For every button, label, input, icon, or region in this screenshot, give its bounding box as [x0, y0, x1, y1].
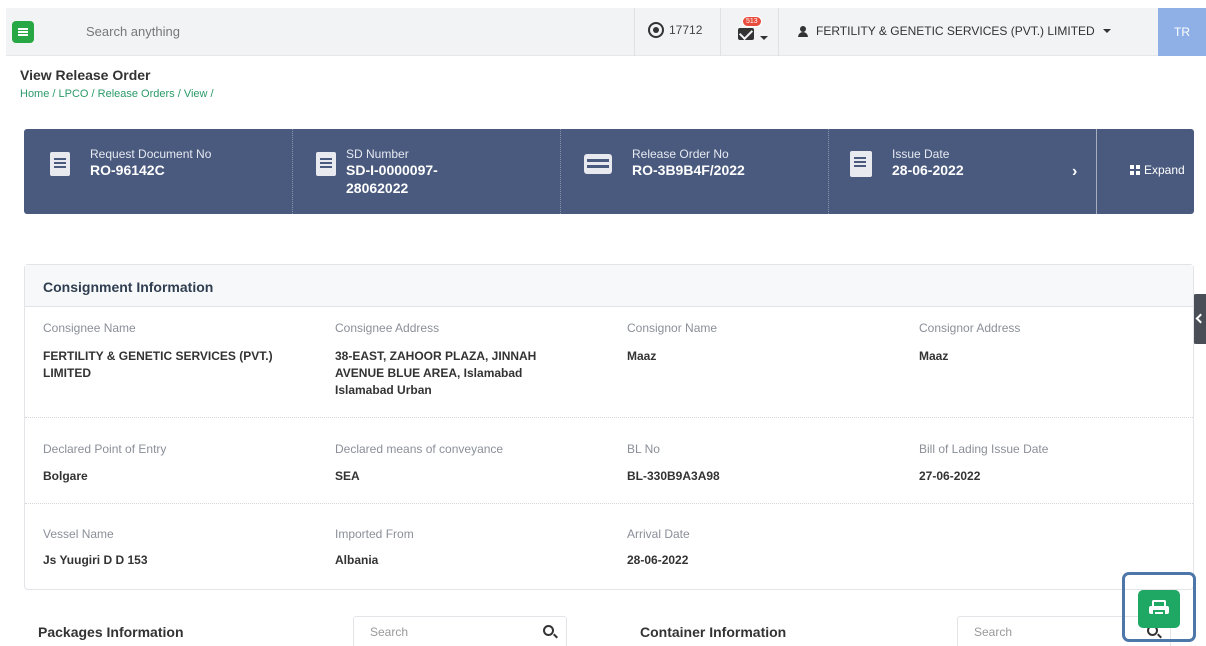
arrival-date-label: Arrival Date — [627, 527, 690, 541]
coin-balance[interactable]: 17712 — [648, 22, 702, 38]
issue-date-label: Issue Date — [892, 147, 950, 161]
packages-search-placeholder: Search — [370, 625, 409, 639]
avatar[interactable]: TR — [1158, 8, 1206, 56]
consignee-name-value: FERTILITY & GENETIC SERVICES (PVT.) LIMI… — [43, 348, 273, 382]
chevron-down-icon — [1102, 29, 1111, 33]
consignor-name-value: Maaz — [627, 349, 657, 363]
summary-banner: Request Document No RO-96142C SD Number … — [24, 129, 1194, 214]
release-order-label: Release Order No — [632, 147, 729, 161]
consignee-address-line-1: 38-EAST, ZAHOOR PLAZA, JINNAH — [335, 349, 537, 363]
header-divider — [778, 8, 779, 56]
point-of-entry-label: Declared Point of Entry — [43, 442, 167, 456]
certificate-icon — [850, 151, 872, 177]
breadcrumb[interactable]: Home / LPCO / Release Orders / View / — [20, 88, 214, 100]
user-name: FERTILITY & GENETIC SERVICES (PVT.) LIMI… — [816, 24, 1095, 38]
row-divider — [25, 417, 1193, 418]
consignee-name-line-2: LIMITED — [43, 366, 91, 380]
search-icon[interactable] — [543, 625, 554, 636]
vessel-name-label: Vessel Name — [43, 527, 114, 541]
global-search-input[interactable]: Search anything — [86, 24, 180, 39]
envelope-icon — [738, 28, 754, 40]
page-title: View Release Order — [20, 67, 151, 83]
packages-search-input[interactable]: Search — [353, 616, 567, 646]
top-bar: Search anything 17712 513 FERTILITY & GE… — [0, 0, 1206, 56]
hamburger-icon — [18, 31, 28, 33]
arrival-date-value: 28-06-2022 — [627, 553, 689, 567]
consignee-address-line-3: Islamabad Urban — [335, 383, 432, 397]
consignee-address-label: Consignee Address — [335, 321, 440, 335]
release-order-cell: Release Order No RO-3B9B4F/2022 — [560, 129, 828, 214]
header-divider — [634, 8, 635, 56]
packages-title: Packages Information — [38, 624, 184, 640]
consignee-address-line-2: AVENUE BLUE AREA, Islamabad — [335, 366, 523, 380]
containers-title: Container Information — [640, 624, 787, 640]
consignment-card-header: Consignment Information — [25, 265, 1193, 307]
consignment-card: Consignment Information Consignee Name F… — [24, 264, 1194, 590]
sd-number-line-2: 28062022 — [346, 180, 409, 196]
coin-icon — [648, 22, 664, 38]
expand-button[interactable]: Expand — [1130, 163, 1185, 177]
imported-from-label: Imported From — [335, 527, 414, 541]
conveyance-label: Declared means of conveyance — [335, 442, 504, 456]
bl-no-label: BL No — [627, 442, 660, 456]
vessel-name-value: Js Yuugiri D D 153 — [43, 553, 148, 567]
consignor-address-value: Maaz — [919, 349, 949, 363]
issue-date-cell: Issue Date 28-06-2022 — [828, 129, 1096, 214]
conveyance-value: SEA — [335, 469, 360, 483]
sd-number-line-1: SD-I-0000097- — [346, 162, 438, 178]
consignee-name-label: Consignee Name — [43, 321, 136, 335]
point-of-entry-value: Bolgare — [43, 469, 88, 483]
consignment-title: Consignment Information — [43, 279, 214, 295]
bl-date-label: Bill of Lading Issue Date — [919, 442, 1049, 456]
request-document-label: Request Document No — [90, 147, 212, 161]
expand-label: Expand — [1144, 163, 1185, 177]
release-order-value: RO-3B9B4F/2022 — [632, 162, 745, 178]
consignee-address-value: 38-EAST, ZAHOOR PLAZA, JINNAH AVENUE BLU… — [335, 348, 536, 399]
mail-count-badge: 513 — [742, 16, 762, 27]
side-panel-toggle[interactable] — [1192, 294, 1206, 344]
imported-from-value: Albania — [335, 553, 379, 567]
request-document-cell: Request Document No RO-96142C — [24, 129, 292, 214]
consignor-name-label: Consignor Name — [627, 321, 718, 335]
printer-icon-paper — [1153, 610, 1165, 616]
print-button[interactable] — [1138, 590, 1180, 628]
sd-number-value: SD-I-0000097- 28062022 — [346, 161, 438, 197]
menu-toggle-button[interactable] — [12, 21, 34, 43]
document-icon — [316, 152, 336, 176]
user-menu[interactable]: FERTILITY & GENETIC SERVICES (PVT.) LIMI… — [798, 24, 1111, 38]
consignor-address-label: Consignor Address — [919, 321, 1021, 335]
document-icon — [50, 152, 70, 176]
request-document-value: RO-96142C — [90, 162, 165, 178]
banner-divider — [1096, 129, 1097, 214]
bl-date-value: 27-06-2022 — [919, 469, 981, 483]
bl-no-value: BL-330B9A3A98 — [627, 469, 720, 483]
user-icon — [798, 25, 808, 37]
header-divider — [720, 8, 721, 56]
chevron-right-icon[interactable]: › — [1072, 163, 1077, 181]
chevron-down-icon — [760, 36, 768, 40]
consignee-name-line-1: FERTILITY & GENETIC SERVICES (PVT.) — [43, 349, 273, 363]
messages-dropdown[interactable]: 513 — [738, 16, 768, 40]
sd-number-label: SD Number — [346, 147, 409, 161]
sd-number-cell: SD Number SD-I-0000097- 28062022 — [292, 129, 560, 214]
containers-search-placeholder: Search — [974, 625, 1013, 639]
coin-count: 17712 — [669, 23, 703, 37]
issue-date-value: 28-06-2022 — [892, 162, 964, 178]
header-strip: Search anything 17712 513 FERTILITY & GE… — [6, 8, 1206, 56]
row-divider — [25, 503, 1193, 504]
card-icon — [584, 154, 612, 174]
grid-icon — [1130, 165, 1140, 175]
